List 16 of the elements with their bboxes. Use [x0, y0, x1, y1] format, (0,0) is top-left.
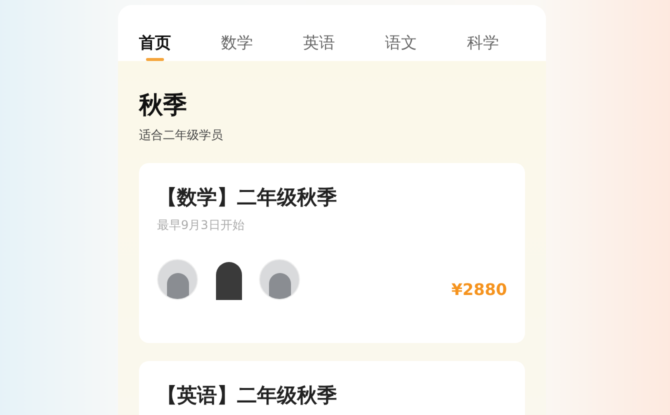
avatar — [157, 259, 198, 300]
course-title: 【数学】二年级秋季 — [157, 184, 338, 211]
tab-indicator — [146, 58, 164, 61]
course-start-date: 最早9月3日开始 — [157, 217, 246, 233]
tab[interactable]: 语文 — [385, 25, 417, 61]
tab[interactable]: 数学 — [221, 25, 253, 61]
avatar — [259, 259, 300, 300]
tab[interactable]: 首页 — [139, 25, 171, 61]
course-card[interactable]: 【英语】二年级秋季 — [139, 361, 525, 415]
tab[interactable]: 英语 — [303, 25, 335, 61]
section-subtitle: 适合二年级学员 — [139, 127, 224, 143]
section-title: 秋季 — [139, 90, 188, 121]
tab[interactable]: 科学 — [467, 25, 499, 61]
course-title: 【英语】二年级秋季 — [157, 382, 338, 409]
course-price: ¥2880 — [451, 279, 507, 301]
course-card[interactable]: 【数学】二年级秋季 最早9月3日开始 ¥2880 — [139, 163, 525, 343]
